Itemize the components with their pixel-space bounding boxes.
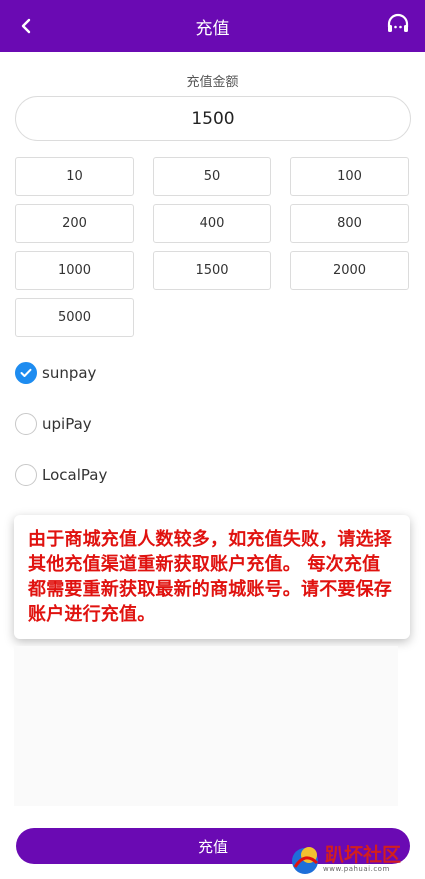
- payment-method-sunpay[interactable]: sunpay: [15, 358, 395, 388]
- site-watermark: 趴坏社区 www.pahuai.com: [287, 838, 425, 879]
- payment-method-label: sunpay: [42, 364, 97, 382]
- back-button[interactable]: [14, 14, 38, 38]
- payment-method-upipay[interactable]: upiPay: [15, 409, 395, 439]
- page-title: 充值: [195, 18, 230, 39]
- app-header: 充值: [0, 0, 425, 52]
- radio-unchecked-icon[interactable]: [15, 413, 37, 435]
- amount-option-100[interactable]: 100: [290, 157, 409, 196]
- amount-option-1000[interactable]: 1000: [15, 251, 134, 290]
- payment-method-list: sunpay upiPay LocalPay: [15, 358, 395, 511]
- radio-checked-icon[interactable]: [15, 362, 37, 384]
- amount-input[interactable]: [15, 96, 411, 141]
- watermark-logo-icon: [292, 846, 319, 874]
- amount-label: 充值金额: [186, 75, 239, 90]
- amount-option-200[interactable]: 200: [15, 204, 134, 243]
- amount-option-2000[interactable]: 2000: [290, 251, 409, 290]
- recharge-notice: 由于商城充值人数较多，如充值失败，请选择其他充值渠道重新获取账户充值。 每次充值…: [14, 515, 410, 639]
- amount-option-5000[interactable]: 5000: [15, 298, 134, 337]
- customer-service-button[interactable]: [385, 12, 411, 38]
- chevron-left-icon: [21, 18, 31, 34]
- payment-method-label: upiPay: [42, 415, 92, 433]
- payment-method-label: LocalPay: [42, 466, 108, 484]
- amount-option-1500[interactable]: 1500: [153, 251, 271, 290]
- amount-option-400[interactable]: 400: [153, 204, 271, 243]
- amount-option-10[interactable]: 10: [15, 157, 134, 196]
- amount-option-800[interactable]: 800: [290, 204, 409, 243]
- amount-preset-grid: 10 50 100 200 400 800 1000 1500 2000 500…: [15, 157, 411, 337]
- watermark-text: 趴坏社区: [325, 843, 402, 866]
- radio-unchecked-icon[interactable]: [15, 464, 37, 486]
- content-placeholder: [14, 646, 398, 806]
- headset-icon: [387, 13, 409, 32]
- payment-method-localpay[interactable]: LocalPay: [15, 460, 395, 490]
- watermark-url: www.pahuai.com: [323, 864, 390, 873]
- amount-option-50[interactable]: 50: [153, 157, 271, 196]
